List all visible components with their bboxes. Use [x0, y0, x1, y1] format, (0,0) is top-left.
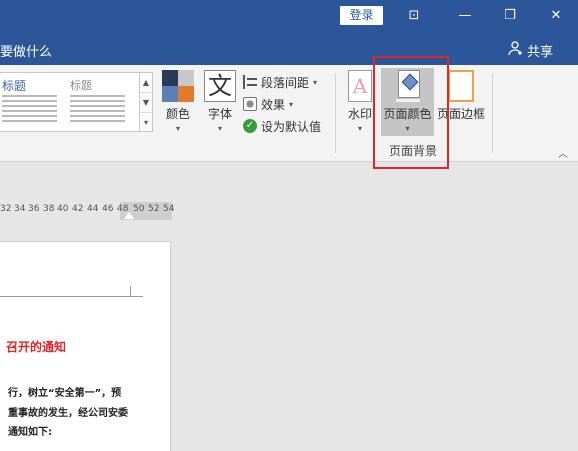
- gallery-scroll[interactable]: ▲ ▼ ▾: [139, 72, 153, 132]
- collapse-ribbon-icon[interactable]: ︿: [558, 145, 568, 160]
- watermark-button[interactable]: A 水印 ▾: [343, 70, 377, 133]
- ruler-tick: 34: [14, 204, 26, 214]
- style-set-2-title: 标题: [70, 79, 92, 92]
- theme-color-swatch: [162, 86, 178, 102]
- style-set-gallery[interactable]: 标题 标题: [0, 72, 140, 132]
- chevron-down-icon: ▾: [289, 99, 294, 109]
- theme-color-swatch: [178, 86, 194, 102]
- document-line: 通知如下:: [8, 427, 52, 438]
- format-options: 段落间距 ▾ 效果 ▾ ✓ 设为默认值: [243, 71, 321, 137]
- ruler-tick: 54: [163, 204, 175, 214]
- theme-color-swatch: [162, 70, 178, 86]
- login-button[interactable]: 登录: [340, 6, 383, 25]
- minimize-icon[interactable]: —: [455, 6, 475, 26]
- scroll-down-icon[interactable]: ▼: [140, 93, 152, 113]
- document-line: 行，树立“安全第一”，预: [8, 388, 122, 399]
- document-page[interactable]: 召开的通知 行，树立“安全第一”，预 重事故的发生，经公司安委 通知如下:: [0, 241, 171, 451]
- fonts-button[interactable]: 文 字体 ▾: [202, 70, 238, 133]
- colors-button[interactable]: 颜色 ▾: [160, 70, 196, 133]
- style-set-2-preview: [70, 95, 125, 125]
- paragraph-spacing-button[interactable]: 段落间距 ▾: [243, 71, 321, 93]
- tab-bar: 要做什么 共享: [0, 32, 578, 65]
- ruler-tick: 46: [102, 204, 114, 214]
- share-label: 共享: [527, 44, 554, 60]
- scroll-up-icon[interactable]: ▲: [140, 73, 152, 93]
- effects-icon: [243, 97, 257, 111]
- ribbon-divider: [492, 73, 493, 153]
- effects-label: 效果: [261, 97, 286, 112]
- effects-button[interactable]: 效果 ▾: [243, 93, 321, 115]
- expand-gallery-icon[interactable]: ▾: [140, 113, 152, 133]
- watermark-label: 水印: [347, 107, 372, 121]
- font-icon: 文: [204, 70, 236, 102]
- right-indent-marker[interactable]: [124, 212, 134, 219]
- ruler-tick: 44: [87, 204, 99, 214]
- tell-me-search[interactable]: 要做什么: [0, 41, 52, 60]
- ribbon-display-options-icon[interactable]: ⊡: [404, 6, 424, 26]
- ruler-tick: 42: [72, 204, 84, 214]
- document-line: 重事故的发生，经公司安委: [8, 408, 128, 419]
- chevron-down-icon: ▾: [357, 124, 362, 133]
- margin-corner-tick: [131, 296, 143, 297]
- ruler-tick: 36: [28, 204, 40, 214]
- theme-colors-icon: [162, 70, 194, 102]
- colors-label: 颜色: [165, 107, 190, 121]
- paragraph-spacing-label: 段落间距: [261, 75, 310, 90]
- checkmark-icon: ✓: [243, 119, 257, 133]
- chevron-down-icon: ▾: [217, 124, 222, 133]
- chevron-down-icon: ▾: [313, 77, 318, 87]
- restore-icon[interactable]: ❐: [500, 6, 520, 26]
- margin-corner-mark: [0, 286, 131, 297]
- page-border-icon: [448, 70, 474, 102]
- chevron-down-icon: ▾: [175, 124, 180, 133]
- ruler-tick: 40: [57, 204, 69, 214]
- share-button[interactable]: 共享: [508, 40, 553, 60]
- paragraph-spacing-icon: [243, 75, 257, 89]
- person-add-icon: [508, 40, 524, 60]
- ruler-tick: 50: [133, 204, 145, 214]
- set-as-default-label: 设为默认值: [261, 119, 322, 134]
- ruler-tick: 52: [148, 204, 160, 214]
- style-set-1-title: 标题: [2, 79, 27, 93]
- set-as-default-button[interactable]: ✓ 设为默认值: [243, 115, 321, 137]
- title-bar: 登录 ⊡ — ❐ ✕: [0, 0, 578, 32]
- style-set-1-preview: [2, 95, 57, 125]
- ruler-tick: 38: [43, 204, 55, 214]
- close-icon[interactable]: ✕: [546, 6, 566, 26]
- ruler-tick: 32: [0, 204, 12, 214]
- theme-color-swatch: [178, 70, 194, 86]
- fonts-label: 字体: [207, 107, 232, 121]
- watermark-icon: A: [348, 70, 372, 102]
- document-heading: 召开的通知: [6, 340, 67, 354]
- page-background-highlight: [373, 56, 449, 169]
- ribbon-divider: [335, 73, 336, 153]
